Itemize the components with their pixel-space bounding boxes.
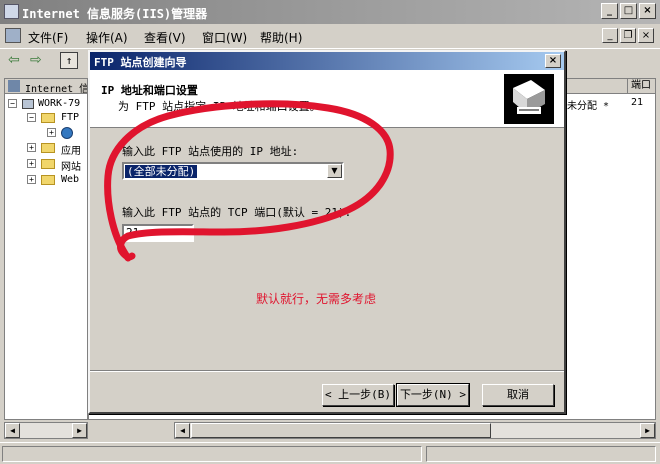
tree-node-label: WORK-79 (38, 98, 81, 109)
up-folder-icon[interactable]: ↑ (60, 52, 78, 69)
list-cell-ip[interactable]: 未分配 * (567, 97, 609, 112)
tcp-port-label: 输入此 FTP 站点的 TCP 端口(默认 = 21): (122, 206, 352, 219)
expand-icon[interactable]: + (47, 128, 56, 137)
list-horizontal-scrollbar[interactable]: ◀ ▶ (174, 422, 656, 439)
folder-icon (41, 159, 55, 169)
wizard-header: IP 地址和端口设置 为 FTP 站点指定 IP 地址和端口设置。 (90, 70, 564, 128)
status-segment (2, 446, 422, 462)
cancel-button[interactable]: 取消 (482, 384, 554, 406)
mmc-menu-icon[interactable] (5, 28, 21, 43)
scroll-left-icon[interactable]: ◀ (175, 423, 190, 438)
menu-view[interactable]: 查看(V) (144, 29, 186, 46)
child-minimize-button[interactable]: _ (602, 28, 618, 43)
dialog-close-button[interactable]: × (545, 54, 561, 68)
expand-icon[interactable]: + (27, 143, 36, 152)
status-bar (0, 442, 660, 464)
wizard-step-subtitle: 为 FTP 站点指定 IP 地址和端口设置。 (118, 100, 321, 113)
scroll-left-icon[interactable]: ◀ (5, 423, 20, 438)
column-header-port[interactable]: 端口 (627, 79, 651, 94)
iis-root-icon (8, 80, 20, 92)
tree-root-label: Internet 信 (25, 84, 88, 95)
expand-icon[interactable]: + (27, 175, 36, 184)
menu-action[interactable]: 操作(A) (86, 29, 128, 46)
ip-address-selected-value: (全部未分配) (123, 164, 199, 179)
tree-node-label: FTP (61, 112, 80, 123)
status-segment (426, 446, 656, 462)
back-arrow-icon[interactable]: ⇦ (8, 52, 20, 68)
minimize-button[interactable]: _ (601, 3, 618, 19)
next-button[interactable]: 下一步(N) > (396, 383, 470, 407)
tree-node-label: Web (61, 174, 80, 185)
collapse-icon[interactable]: − (8, 99, 17, 108)
ftp-wizard-dialog: FTP 站点创建向导 × IP 地址和端口设置 为 FTP 站点指定 IP 地址… (88, 50, 566, 414)
expand-icon[interactable]: + (27, 159, 36, 168)
child-close-button[interactable]: × (638, 28, 654, 43)
main-window-title: Internet 信息服务(IIS)管理器 (22, 7, 208, 21)
tcp-port-input[interactable]: 21 (122, 224, 194, 242)
close-button[interactable]: × (639, 3, 656, 19)
dialog-separator (90, 370, 564, 372)
list-cell-port[interactable]: 21 (631, 97, 643, 108)
scroll-right-icon[interactable]: ▶ (640, 423, 655, 438)
tree-node-label: 网站 (61, 162, 81, 173)
wizard-computer-graphic-icon (504, 74, 554, 124)
globe-icon (61, 127, 73, 139)
menu-window[interactable]: 窗口(W) (202, 29, 247, 46)
menu-bar: 文件(F) 操作(A) 查看(V) 窗口(W) 帮助(H) _ ❐ × (0, 24, 660, 48)
tree-node-label: 应用 (61, 146, 81, 157)
tree-pane[interactable]: Internet 信 − WORK-79 − FTP + + 应用 + 网站 +… (4, 78, 88, 420)
dropdown-arrow-icon[interactable]: ▼ (327, 164, 342, 178)
dialog-title-bar[interactable]: FTP 站点创建向导 × (90, 52, 564, 70)
main-title-bar[interactable]: Internet 信息服务(IIS)管理器 _ □ × (0, 0, 660, 24)
ip-address-label: 输入此 FTP 站点使用的 IP 地址: (122, 145, 299, 158)
menu-file[interactable]: 文件(F) (28, 29, 68, 46)
maximize-button[interactable]: □ (620, 3, 637, 19)
forward-arrow-icon[interactable]: ⇨ (30, 52, 42, 68)
menu-help[interactable]: 帮助(H) (260, 29, 302, 46)
dialog-title: FTP 站点创建向导 (94, 56, 187, 69)
folder-icon (41, 113, 55, 123)
child-restore-button[interactable]: ❐ (620, 28, 636, 43)
folder-icon (41, 143, 55, 153)
scroll-right-icon[interactable]: ▶ (72, 423, 87, 438)
annotation-note: 默认就行，无需多考虑 (256, 292, 377, 306)
scrollbar-thumb[interactable] (191, 423, 491, 438)
iis-app-icon (4, 4, 19, 19)
folder-icon (41, 175, 55, 185)
ip-address-select[interactable]: (全部未分配) ▼ (122, 162, 344, 180)
computer-icon (22, 99, 34, 109)
tree-horizontal-scrollbar[interactable]: ◀ ▶ (4, 422, 88, 439)
tree-header: Internet 信 (5, 79, 88, 95)
wizard-step-title: IP 地址和端口设置 (101, 84, 198, 97)
collapse-icon[interactable]: − (27, 113, 36, 122)
back-button[interactable]: < 上一步(B) (322, 384, 394, 406)
